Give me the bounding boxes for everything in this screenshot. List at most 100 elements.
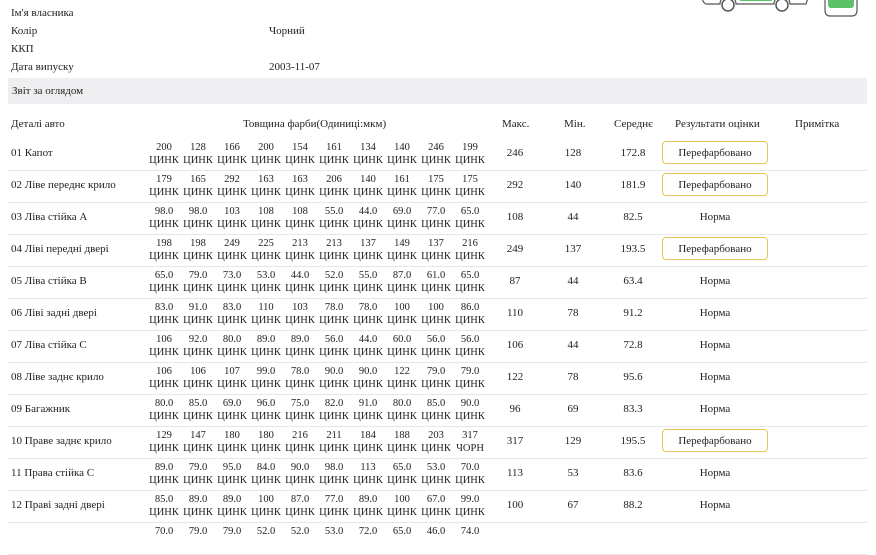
- thickness-value: 96.0: [256, 398, 276, 409]
- repainted-badge: Перефарбовано: [662, 237, 768, 260]
- thickness-cell: 65.0: [385, 525, 419, 538]
- thickness-value: 75.0: [290, 398, 310, 409]
- thickness-cell: 128 ЦИНК: [181, 141, 215, 167]
- thickness-cell: 95.0 ЦИНК: [215, 461, 249, 487]
- thickness-cell: 90.0 ЦИНК: [317, 365, 351, 391]
- thickness-value: 292: [224, 174, 240, 185]
- material-label: ЦИНК: [149, 475, 179, 486]
- material-label: ЧОРН: [456, 443, 484, 454]
- thickness-cell: 213 ЦИНК: [283, 237, 317, 263]
- material-label: ЦИНК: [149, 251, 179, 262]
- material-label: ЦИНК: [387, 283, 417, 294]
- thickness-cell: 44.0 ЦИНК: [351, 333, 385, 359]
- thickness-value: 55.0: [358, 270, 378, 281]
- table-row: 07 Ліва стійка С 106 ЦИНК 92.0 ЦИНК 80.0 ЦИНК 8…: [8, 330, 867, 363]
- material-label: ЦИНК: [183, 507, 213, 518]
- material-label: ЦИНК: [183, 315, 213, 326]
- repainted-badge: Перефарбовано: [662, 429, 768, 452]
- material-label: ЦИНК: [455, 251, 485, 262]
- thickness-cell: 56.0 ЦИНК: [317, 333, 351, 359]
- material-label: ЦИНК: [251, 507, 281, 518]
- max-value: 249: [506, 243, 524, 255]
- material-label: ЦИНК: [183, 347, 213, 358]
- material-label: ЦИНК: [455, 411, 485, 422]
- min-value: 128: [564, 147, 582, 159]
- thickness-cell: 79.0 ЦИНК: [181, 461, 215, 487]
- avg-value: 95.6: [623, 371, 643, 383]
- avg-value: 83.6: [623, 467, 643, 479]
- thickness-value: 87.0: [392, 270, 412, 281]
- thickness-cell: 56.0 ЦИНК: [419, 333, 453, 359]
- thickness-value: 85.0: [188, 398, 208, 409]
- thickness-value: 79.0: [460, 366, 480, 377]
- material-label: ЦИНК: [217, 219, 247, 230]
- thickness-value: 184: [360, 430, 376, 441]
- thickness-cell: 246 ЦИНК: [419, 141, 453, 167]
- avg-value: 63.4: [623, 275, 643, 287]
- material-label: ЦИНК: [319, 283, 349, 294]
- thickness-value: 44.0: [358, 206, 378, 217]
- thickness-value: 67.0: [426, 494, 446, 505]
- table-row: 05 Ліва стійка В 65.0 ЦИНК 79.0 ЦИНК 73.0 ЦИНК…: [8, 266, 867, 299]
- part-name: 03 Ліва стійка А: [11, 211, 88, 223]
- material-label: ЦИНК: [285, 251, 315, 262]
- part-name: 10 Праве заднє крило: [11, 435, 112, 447]
- material-label: ЦИНК: [251, 251, 281, 262]
- header-part: Деталі авто: [11, 118, 65, 130]
- owner-label: Ім'я власника: [11, 7, 74, 19]
- thickness-value: 91.0: [188, 302, 208, 313]
- material-label: ЦИНК: [149, 219, 179, 230]
- material-label: ЦИНК: [387, 379, 417, 390]
- max-value: 87: [509, 275, 521, 287]
- thickness-value: 180: [258, 430, 274, 441]
- thickness-cell: 65.0 ЦИНК: [385, 461, 419, 487]
- material-label: ЦИНК: [353, 315, 383, 326]
- thickness-value: 108: [292, 206, 308, 217]
- thickness-value: 89.0: [290, 334, 310, 345]
- part-name: 05 Ліва стійка В: [11, 275, 87, 287]
- avg-value: 193.5: [620, 243, 646, 255]
- thickness-value: 79.0: [426, 366, 446, 377]
- avg-value: 195.5: [620, 435, 646, 447]
- thickness-cell: 206 ЦИНК: [317, 173, 351, 199]
- material-label: ЦИНК: [285, 475, 315, 486]
- material-label: ЦИНК: [353, 507, 383, 518]
- material-label: ЦИНК: [421, 283, 451, 294]
- thickness-value: 161: [326, 142, 342, 153]
- thickness-cell: 96.0 ЦИНК: [249, 397, 283, 423]
- thickness-value: 52.0: [324, 270, 344, 281]
- thickness-value: 89.0: [222, 494, 242, 505]
- material-label: ЦИНК: [217, 411, 247, 422]
- max-value: 317: [506, 435, 524, 447]
- thickness-value: 99.0: [460, 494, 480, 505]
- material-label: ЦИНК: [387, 219, 417, 230]
- table-row: 12 Праві задні двері 85.0 ЦИНК 89.0 ЦИНК 89.0…: [8, 490, 867, 523]
- table-row: 10 Праве заднє крило 129 ЦИНК 147 ЦИНК 180 ЦИН…: [8, 426, 867, 459]
- thickness-value: 46.0: [426, 526, 446, 537]
- thickness-value: 80.0: [222, 334, 242, 345]
- thickness-value: 90.0: [460, 398, 480, 409]
- thickness-value: 98.0: [154, 206, 174, 217]
- thickness-value: 216: [292, 430, 308, 441]
- max-value: 110: [506, 307, 524, 319]
- material-label: ЦИНК: [319, 507, 349, 518]
- thickness-cell: 85.0 ЦИНК: [147, 493, 181, 519]
- thickness-value: 91.0: [358, 398, 378, 409]
- thickness-cell: 137 ЦИНК: [351, 237, 385, 263]
- car-side-icon: [701, 0, 808, 12]
- material-label: ЦИНК: [217, 507, 247, 518]
- material-label: ЦИНК: [319, 443, 349, 454]
- material-label: ЦИНК: [455, 379, 485, 390]
- thickness-value: 225: [258, 238, 274, 249]
- material-label: ЦИНК: [387, 251, 417, 262]
- thickness-cell: 80.0 ЦИНК: [385, 397, 419, 423]
- material-label: ЦИНК: [319, 347, 349, 358]
- thickness-cell: 216 ЦИНК: [283, 429, 317, 455]
- thickness-value: 89.0: [188, 494, 208, 505]
- material-label: ЦИНК: [149, 347, 179, 358]
- color-value: Чорний: [269, 25, 305, 37]
- thickness-cell: 199 ЦИНК: [453, 141, 487, 167]
- thickness-value: 100: [394, 494, 410, 505]
- thickness-cell: 198 ЦИНК: [181, 237, 215, 263]
- thickness-value: 77.0: [324, 494, 344, 505]
